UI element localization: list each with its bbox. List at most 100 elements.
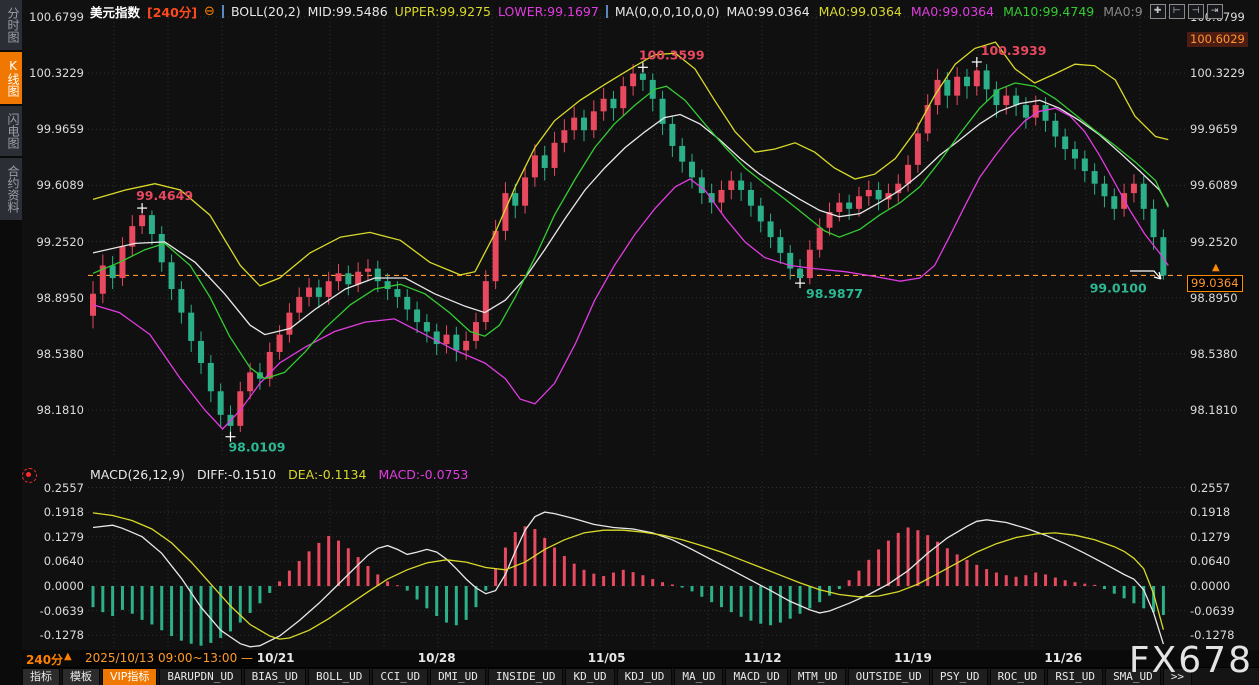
candle-body[interactable] <box>944 80 950 96</box>
candle-body[interactable] <box>954 77 960 96</box>
candle-body[interactable] <box>316 287 322 296</box>
candle-body[interactable] <box>188 313 194 341</box>
candle-body[interactable] <box>797 269 803 278</box>
candle-body[interactable] <box>679 146 685 162</box>
candle-body[interactable] <box>178 289 184 313</box>
candle-body[interactable] <box>444 335 450 344</box>
candle-body[interactable] <box>208 363 214 391</box>
candle-body[interactable] <box>768 221 774 237</box>
candle-body[interactable] <box>375 269 381 282</box>
candle-body[interactable] <box>669 124 675 146</box>
candle-body[interactable] <box>591 111 597 130</box>
candle-body[interactable] <box>237 391 243 426</box>
candle-body[interactable] <box>522 177 528 205</box>
candle-body[interactable] <box>758 206 764 222</box>
toolbar-tab-PSY_UD[interactable]: PSY_UD <box>932 668 988 685</box>
candle-body[interactable] <box>394 289 400 297</box>
candle-body[interactable] <box>532 155 538 177</box>
candle-body[interactable] <box>1131 184 1137 193</box>
candle-body[interactable] <box>846 203 852 209</box>
candle-body[interactable] <box>139 215 145 226</box>
candle-body[interactable] <box>836 203 842 212</box>
candle-body[interactable] <box>1151 209 1157 237</box>
candle-body[interactable] <box>453 335 459 351</box>
candle-body[interactable] <box>1052 121 1058 137</box>
candle-body[interactable] <box>198 341 204 363</box>
datetime-range-label[interactable]: 2025/10/13 09:00~13:00 — <box>80 650 258 666</box>
candle-body[interactable] <box>718 190 724 203</box>
candle-body[interactable] <box>571 118 577 131</box>
candle-body[interactable] <box>218 391 224 415</box>
candle-body[interactable] <box>610 99 616 108</box>
candle-body[interactable] <box>542 155 548 168</box>
candle-body[interactable] <box>738 181 744 190</box>
ma-indicator-icon[interactable] <box>606 5 608 18</box>
candle-body[interactable] <box>247 372 253 391</box>
sidebar-tab-K线图[interactable]: K线图 <box>0 52 22 104</box>
sidebar-tab-分时图[interactable]: 分时图 <box>0 0 22 50</box>
candle-body[interactable] <box>640 74 646 80</box>
candle-body[interactable] <box>296 297 302 313</box>
toolbar-tab-OUTSIDE_UD[interactable]: OUTSIDE_UD <box>848 668 930 685</box>
toolbar-tab-MA_UD[interactable]: MA_UD <box>674 668 723 685</box>
candle-body[interactable] <box>601 99 607 112</box>
toolbar-tab-DMI_UD[interactable]: DMI_UD <box>430 668 486 685</box>
candle-body[interactable] <box>365 269 371 272</box>
candle-body[interactable] <box>473 322 479 341</box>
candle-body[interactable] <box>326 281 332 297</box>
candle-body[interactable] <box>561 130 567 143</box>
candle-body[interactable] <box>1072 149 1078 158</box>
collapse-icon[interactable]: ⊖ <box>204 4 215 19</box>
axis-left-icon[interactable]: ⊢ <box>1169 4 1185 19</box>
candle-body[interactable] <box>463 341 469 350</box>
toolbar-tab-KD_UD[interactable]: KD_UD <box>565 668 614 685</box>
candle-body[interactable] <box>748 190 754 206</box>
toolbar-tab-ROC_UD[interactable]: ROC_UD <box>990 668 1046 685</box>
sidebar-tab-合约资料[interactable]: 合约资料 <box>0 158 22 220</box>
toolbar-tab-BIAS_UD[interactable]: BIAS_UD <box>244 668 306 685</box>
candle-body[interactable] <box>1023 105 1029 118</box>
move-icon[interactable]: ✚ <box>1150 4 1166 19</box>
candle-body[interactable] <box>915 133 921 164</box>
candle-body[interactable] <box>689 162 695 178</box>
toolbar-tab-[interactable]: 模板 <box>62 668 100 685</box>
candle-body[interactable] <box>1111 196 1117 209</box>
candle-body[interactable] <box>856 196 862 209</box>
candle-body[interactable] <box>169 262 175 289</box>
toolbar-tab-BARUPDN_UD[interactable]: BARUPDN_UD <box>159 668 241 685</box>
candle-body[interactable] <box>1003 96 1009 105</box>
sidebar-tab-闪电图[interactable]: 闪电图 <box>0 106 22 156</box>
candle-body[interactable] <box>807 250 813 278</box>
boll-indicator-icon[interactable] <box>222 5 224 18</box>
candle-body[interactable] <box>699 177 705 193</box>
candle-body[interactable] <box>277 335 283 352</box>
price-and-macd-chart[interactable]: 99.464998.0109100.359998.9877100.393999.… <box>88 0 1185 650</box>
candle-body[interactable] <box>866 190 872 196</box>
candle-body[interactable] <box>876 190 882 199</box>
candle-body[interactable] <box>110 265 116 278</box>
candle-body[interactable] <box>630 74 636 87</box>
candle-body[interactable] <box>974 70 980 86</box>
toolbar-tab-VIP[interactable]: VIP指标 <box>102 668 157 685</box>
candle-body[interactable] <box>1062 137 1068 150</box>
axis-right-icon[interactable]: ⊣ <box>1188 4 1204 19</box>
alert-burst-icon[interactable] <box>22 468 37 483</box>
candle-body[interactable] <box>1101 184 1107 197</box>
candle-body[interactable] <box>159 234 165 262</box>
toolbar-tab-MTM_UD[interactable]: MTM_UD <box>790 668 846 685</box>
candle-body[interactable] <box>306 287 312 296</box>
candle-body[interactable] <box>964 77 970 86</box>
candle-body[interactable] <box>620 86 626 108</box>
toolbar-tab-KDJ_UD[interactable]: KDJ_UD <box>617 668 673 685</box>
candle-body[interactable] <box>817 228 823 250</box>
candle-body[interactable] <box>286 313 292 335</box>
candle-body[interactable] <box>493 231 499 281</box>
candle-body[interactable] <box>1082 159 1088 172</box>
toolbar-tab-[interactable]: 指标 <box>22 668 60 685</box>
candle-body[interactable] <box>935 80 941 105</box>
toolbar-tab-RSI_UD[interactable]: RSI_UD <box>1047 668 1103 685</box>
candle-body[interactable] <box>905 165 911 184</box>
candle-body[interactable] <box>1043 105 1049 121</box>
candle-body[interactable] <box>355 272 361 285</box>
candle-body[interactable] <box>512 193 518 206</box>
